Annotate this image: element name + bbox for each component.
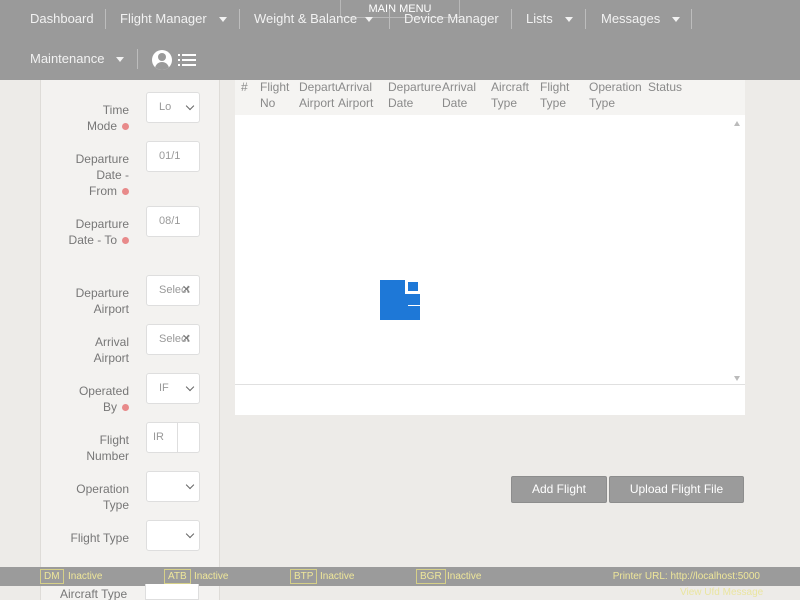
departure-date-to-label: Departure Date - To <box>68 217 129 247</box>
nav-device-manager[interactable]: Device Manager <box>404 9 499 29</box>
chevron-down-icon <box>672 17 681 23</box>
table-scrollbar[interactable] <box>731 115 745 385</box>
nav-weight-balance[interactable]: Weight & Balance <box>254 9 374 29</box>
operation-type-label: Operation Type <box>76 482 129 512</box>
required-indicator <box>122 188 129 196</box>
printer-url-link[interactable]: http://localhost:5000 <box>670 571 760 582</box>
aircraft-type-label: Aircraft Type <box>60 587 128 600</box>
required-indicator <box>122 237 129 245</box>
chevron-down-icon <box>564 17 573 23</box>
nav-maintenance[interactable]: Maintenance <box>30 49 125 69</box>
departure-airport-label: Departure Airport <box>75 286 129 316</box>
chevron-down-icon <box>116 57 125 63</box>
arrival-airport-select[interactable]: Select ✕ <box>146 324 200 355</box>
device-status-dm: Inactive <box>68 571 103 582</box>
device-status-atb: Inactive <box>194 571 229 582</box>
add-flight-button[interactable]: Add Flight <box>511 476 607 503</box>
column-header-departure-date[interactable]: Departure Date <box>388 79 444 111</box>
close-icon[interactable]: ✕ <box>182 276 191 305</box>
printer-url: Printer URL: http://localhost:5000 <box>612 571 760 582</box>
view-ufd-message-link[interactable]: View Ufd Message <box>680 587 763 598</box>
column-header-flight-no[interactable]: Flight No <box>260 79 296 111</box>
column-header-flight-type[interactable]: Flight Type <box>540 79 580 111</box>
upload-flight-file-button[interactable]: Upload Flight File <box>609 476 744 503</box>
aircraft-type-select[interactable] <box>145 584 199 600</box>
departure-airport-select[interactable]: Select ✕ <box>146 275 200 306</box>
column-header-arrival-airport[interactable]: Arrival Airport <box>338 79 378 111</box>
table-header: # Flight No Departure Airport Arrival Ai… <box>235 80 745 115</box>
operated-by-label: Operated By <box>78 384 129 414</box>
departure-date-to-input[interactable]: 08/1 <box>146 206 200 237</box>
device-status-btp: Inactive <box>320 571 355 582</box>
loading-spinner-icon <box>380 280 420 320</box>
nav-divider <box>585 9 586 29</box>
nav-divider <box>511 9 512 29</box>
nav-divider <box>239 9 240 29</box>
required-indicator <box>122 123 129 131</box>
user-icon[interactable] <box>152 50 172 70</box>
close-icon[interactable]: ✕ <box>182 325 191 354</box>
chevron-down-icon <box>185 101 195 111</box>
nav-divider <box>105 9 106 29</box>
column-header-operation-type[interactable]: Operation Type <box>589 79 647 111</box>
nav-divider <box>137 49 138 69</box>
column-header-index[interactable]: # <box>241 79 248 95</box>
chevron-down-icon <box>365 17 374 23</box>
device-badge-atb: ATB <box>164 569 191 584</box>
flight-type-label: Flight Type <box>70 531 129 545</box>
flight-number-field[interactable]: IR <box>146 422 200 453</box>
nav-dashboard[interactable]: Dashboard <box>30 9 94 29</box>
column-header-status[interactable]: Status <box>648 79 682 95</box>
chevron-down-icon <box>185 529 195 539</box>
departure-date-from-label: Departure Date - From <box>75 152 129 198</box>
nav-divider <box>691 9 692 29</box>
flights-table: # Flight No Departure Airport Arrival Ai… <box>235 80 745 415</box>
column-header-departure-airport[interactable]: Departure Airport <box>299 79 339 111</box>
required-indicator <box>122 404 129 412</box>
table-body <box>235 115 745 385</box>
filter-panel: Time Mode Lo Departure Date - From 01/1 Dep… <box>40 80 220 600</box>
nav-messages[interactable]: Messages <box>601 9 681 29</box>
status-bar: DM Inactive ATB Inactive BTP Inactive BG… <box>0 567 800 586</box>
flight-number-prefix: IR <box>147 423 178 452</box>
chevron-down-icon <box>185 480 195 490</box>
list-icon[interactable] <box>178 54 196 66</box>
time-mode-select[interactable]: Lo <box>146 92 200 123</box>
operated-by-select[interactable]: IF <box>146 373 200 404</box>
top-navigation: MAIN MENU Dashboard Flight Manager Weigh… <box>0 0 800 80</box>
chevron-down-icon <box>185 382 195 392</box>
device-badge-btp: BTP <box>290 569 318 584</box>
column-header-aircraft-type[interactable]: Aircraft Type <box>491 79 535 111</box>
arrival-airport-label: Arrival Airport <box>93 335 129 365</box>
device-status-bgr: Inactive <box>447 571 482 582</box>
flight-type-select[interactable] <box>146 520 200 551</box>
nav-flight-manager[interactable]: Flight Manager <box>120 9 227 29</box>
operation-type-select[interactable] <box>146 471 200 502</box>
device-badge-dm: DM <box>40 569 64 584</box>
chevron-down-icon <box>218 17 227 23</box>
device-badge-bgr: BGR <box>416 569 446 584</box>
scroll-up-icon[interactable] <box>734 121 740 126</box>
column-header-arrival-date[interactable]: Arrival Date <box>442 79 482 111</box>
nav-lists[interactable]: Lists <box>526 9 573 29</box>
departure-date-from-input[interactable]: 01/1 <box>146 141 200 172</box>
time-mode-label: Time Mode <box>86 103 129 133</box>
scroll-down-icon[interactable] <box>734 376 740 381</box>
nav-divider <box>389 9 390 29</box>
flight-number-label: Flight Number <box>86 433 129 463</box>
